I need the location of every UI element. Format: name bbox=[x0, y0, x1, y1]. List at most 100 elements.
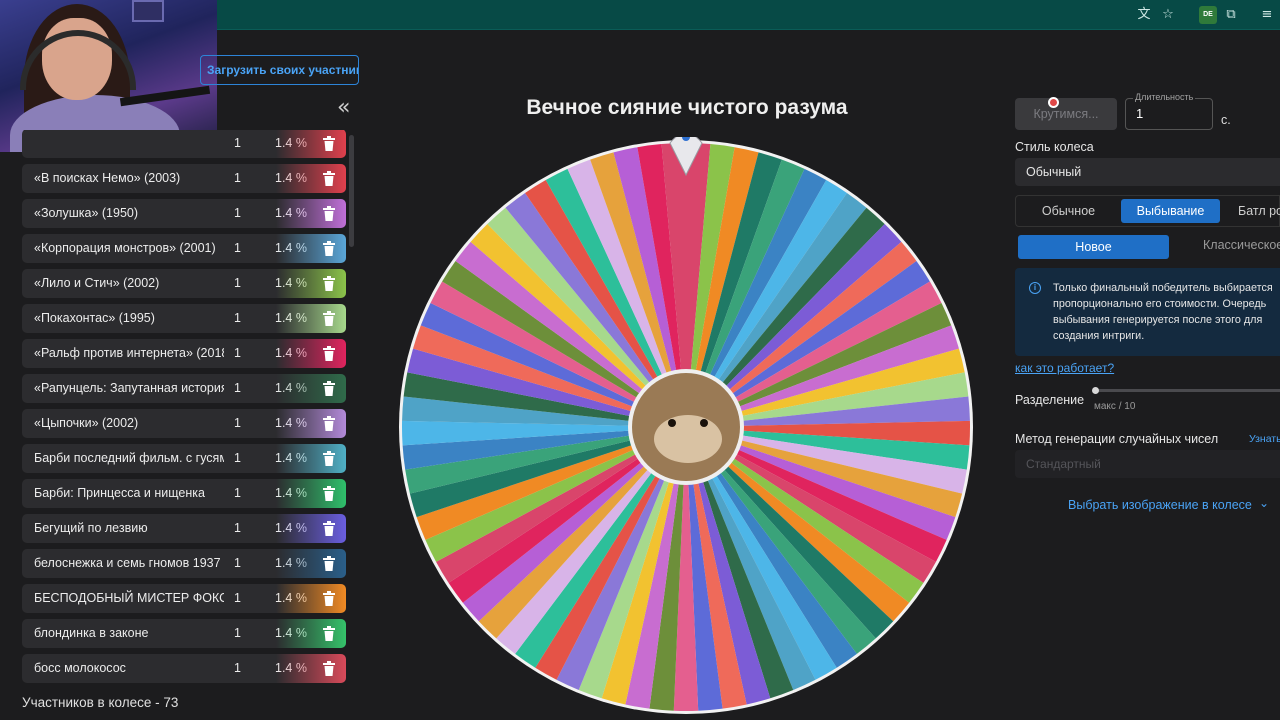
tab-normal[interactable]: Обычное bbox=[1016, 196, 1121, 226]
trash-icon[interactable] bbox=[322, 170, 336, 187]
trash-icon[interactable] bbox=[322, 205, 336, 222]
list-item[interactable]: «Лило и Стич» (2002)11.4 % bbox=[22, 269, 346, 298]
participant-name[interactable]: белоснежка и семь гномов 1937 bbox=[34, 549, 224, 578]
participant-name[interactable]: босс молокосос bbox=[34, 654, 224, 683]
tab-elimination[interactable]: Выбывание bbox=[1121, 199, 1220, 223]
participant-weight[interactable]: 1 bbox=[234, 549, 241, 578]
participant-weight[interactable]: 1 bbox=[234, 409, 241, 438]
duration-unit: с. bbox=[1221, 113, 1231, 127]
wheel-title: Вечное сияние чистого разума bbox=[526, 96, 848, 119]
trash-icon[interactable] bbox=[322, 485, 336, 502]
duration-label: Длительность bbox=[1133, 92, 1196, 102]
participant-weight[interactable]: 1 bbox=[234, 269, 241, 298]
list-scrollbar[interactable] bbox=[349, 135, 354, 247]
participant-name[interactable]: «В поисках Немо» (2003) bbox=[34, 164, 224, 193]
participant-weight[interactable]: 1 bbox=[234, 584, 241, 613]
participant-name[interactable]: Бегущий по лезвию bbox=[34, 514, 224, 543]
list-item[interactable]: блондинка в законе11.4 % bbox=[22, 619, 346, 648]
list-item[interactable]: Барби последний фильм. с гусями11.4 % bbox=[22, 444, 346, 473]
list-item[interactable]: 11.4 % bbox=[22, 130, 346, 158]
elimination-type-tabs: Новое Классическое bbox=[1015, 232, 1280, 262]
trash-icon[interactable] bbox=[322, 555, 336, 572]
participant-name[interactable]: «Золушка» (1950) bbox=[34, 199, 224, 228]
trash-icon[interactable] bbox=[322, 380, 336, 397]
chevron-down-icon[interactable]: ⌄ bbox=[1259, 496, 1269, 510]
rng-learn-link[interactable]: Узнать bbox=[1249, 433, 1280, 445]
settings-panel: Крутимся... Длительность 1 с. Стиль коле… bbox=[1015, 0, 1280, 720]
list-item[interactable]: «Золушка» (1950)11.4 % bbox=[22, 199, 346, 228]
split-slider[interactable] bbox=[1094, 389, 1280, 392]
trash-icon[interactable] bbox=[322, 450, 336, 467]
info-box: i Только финальный победитель выбирается… bbox=[1015, 268, 1280, 356]
participant-weight[interactable]: 1 bbox=[234, 304, 241, 333]
participant-name[interactable]: «Рапунцель: Запутанная история» (2010) bbox=[34, 374, 224, 403]
trash-icon[interactable] bbox=[322, 660, 336, 677]
list-item[interactable]: «Рапунцель: Запутанная история» (2010)11… bbox=[22, 374, 346, 403]
trash-icon[interactable] bbox=[322, 590, 336, 607]
wheel-style-select[interactable]: Обычный bbox=[1015, 158, 1280, 186]
participant-weight[interactable]: 1 bbox=[234, 130, 241, 158]
rng-label: Метод генерации случайных чисел bbox=[1015, 432, 1219, 446]
how-it-works-link[interactable]: как это работает? bbox=[1015, 361, 1114, 375]
list-item[interactable]: «Покахонтас» (1995)11.4 % bbox=[22, 304, 346, 333]
list-item[interactable]: БЕСПОДОБНЫЙ МИСТЕР ФОКС11.4 % bbox=[22, 584, 346, 613]
list-item[interactable]: «Цыпочки» (2002)11.4 % bbox=[22, 409, 346, 438]
trash-icon[interactable] bbox=[322, 135, 336, 152]
trash-icon[interactable] bbox=[322, 345, 336, 362]
trash-icon[interactable] bbox=[322, 415, 336, 432]
list-item[interactable]: Бегущий по лезвию11.4 % bbox=[22, 514, 346, 543]
split-label: Разделение bbox=[1015, 393, 1085, 407]
split-max-label: макс / 10 bbox=[1094, 401, 1136, 412]
tab-new[interactable]: Новое bbox=[1018, 235, 1169, 259]
spin-button[interactable]: Крутимся... bbox=[1015, 98, 1117, 130]
participant-name[interactable]: «Корпорация монстров» (2001) bbox=[34, 234, 224, 263]
list-item[interactable]: «В поисках Немо» (2003)11.4 % bbox=[22, 164, 346, 193]
trash-icon[interactable] bbox=[322, 625, 336, 642]
participant-weight[interactable]: 1 bbox=[234, 234, 241, 263]
participant-name[interactable]: «Ральф против интернета» (2018) bbox=[34, 339, 224, 368]
participant-name[interactable]: БЕСПОДОБНЫЙ МИСТЕР ФОКС bbox=[34, 584, 224, 613]
list-item[interactable]: босс молокосос11.4 % bbox=[22, 654, 346, 683]
participant-name[interactable]: Барби: Принцесса и нищенка bbox=[34, 479, 224, 508]
list-item[interactable]: белоснежка и семь гномов 193711.4 % bbox=[22, 549, 346, 578]
participant-weight[interactable]: 1 bbox=[234, 374, 241, 403]
participant-weight[interactable]: 1 bbox=[234, 444, 241, 473]
rng-select[interactable]: Стандартный bbox=[1015, 450, 1280, 478]
choose-image-link[interactable]: Выбрать изображение в колесе bbox=[1068, 498, 1252, 512]
wall-art bbox=[132, 0, 164, 22]
participant-weight[interactable]: 1 bbox=[234, 654, 241, 683]
list-item[interactable]: Барби: Принцесса и нищенка11.4 % bbox=[22, 479, 346, 508]
participant-name[interactable]: Барби последний фильм. с гусями bbox=[34, 444, 224, 473]
duration-value[interactable]: 1 bbox=[1136, 106, 1143, 121]
trash-icon[interactable] bbox=[322, 275, 336, 292]
participant-weight[interactable]: 1 bbox=[234, 479, 241, 508]
list-item[interactable]: «Ральф против интернета» (2018)11.4 % bbox=[22, 339, 346, 368]
participant-weight[interactable]: 1 bbox=[234, 514, 241, 543]
participant-weight[interactable]: 1 bbox=[234, 164, 241, 193]
participant-weight[interactable]: 1 bbox=[234, 339, 241, 368]
trash-icon[interactable] bbox=[322, 310, 336, 327]
participant-count: Участников в колесе - 73 bbox=[22, 695, 179, 710]
hamster-eye bbox=[668, 419, 676, 427]
spin-wheel[interactable] bbox=[396, 137, 976, 717]
tab-classic[interactable]: Классическое bbox=[1203, 232, 1280, 258]
mode-tabs: Обычное Выбывание Батл рояль bbox=[1015, 195, 1280, 227]
split-slider-thumb[interactable] bbox=[1092, 387, 1099, 394]
tab-battle-royale[interactable]: Батл рояль bbox=[1222, 196, 1280, 226]
collapse-panel-icon[interactable]: « bbox=[337, 97, 355, 119]
trash-icon[interactable] bbox=[322, 520, 336, 537]
trash-icon[interactable] bbox=[322, 240, 336, 257]
participant-name[interactable]: «Цыпочки» (2002) bbox=[34, 409, 224, 438]
list-item[interactable]: «Корпорация монстров» (2001)11.4 % bbox=[22, 234, 346, 263]
info-text: Только финальный победитель выбирается п… bbox=[1053, 282, 1273, 342]
participant-weight[interactable]: 1 bbox=[234, 619, 241, 648]
participant-name[interactable]: «Покахонтас» (1995) bbox=[34, 304, 224, 333]
participant-list: 11.4 %«В поисках Немо» (2003)11.4 %«Золу… bbox=[22, 130, 346, 685]
participant-name[interactable]: блондинка в законе bbox=[34, 619, 224, 648]
participant-name[interactable]: «Лило и Стич» (2002) bbox=[34, 269, 224, 298]
wheel-style-label: Стиль колеса bbox=[1015, 140, 1094, 154]
participant-weight[interactable]: 1 bbox=[234, 199, 241, 228]
add-own-participants-button[interactable]: Загрузить своих участников bbox=[200, 55, 359, 85]
hamster-cheeks bbox=[654, 415, 722, 463]
hamster-eye bbox=[700, 419, 708, 427]
